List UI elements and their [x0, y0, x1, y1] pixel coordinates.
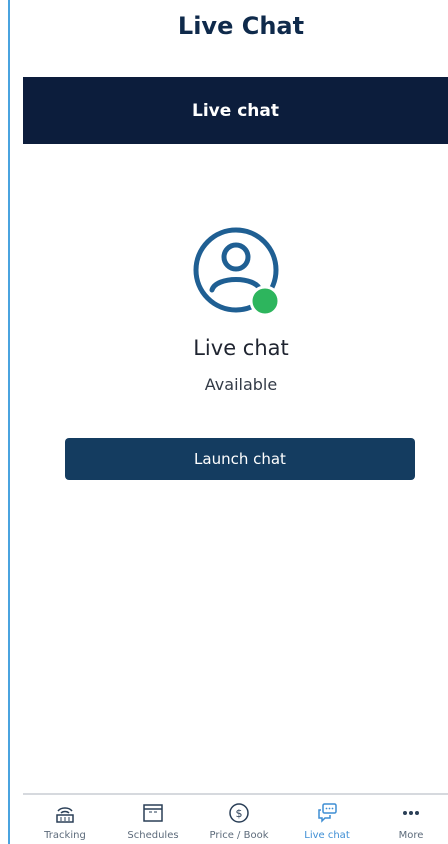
tab-price-book[interactable]: $ Price / Book	[197, 801, 281, 844]
calendar-icon	[143, 804, 163, 822]
section-header-bar: Live chat	[23, 77, 448, 144]
agent-avatar	[192, 226, 284, 318]
tab-tracking[interactable]: Tracking	[23, 801, 107, 844]
chat-name: Live chat	[193, 336, 289, 360]
tab-more[interactable]: More	[369, 801, 448, 844]
online-status-dot	[249, 285, 281, 317]
tab-label-live-chat: Live chat	[304, 830, 350, 841]
chat-status: Available	[204, 375, 278, 394]
chat-bubble-icon	[318, 803, 337, 823]
tab-label-tracking: Tracking	[44, 830, 86, 841]
tab-label-price-book: Price / Book	[209, 830, 269, 841]
bottom-tab-bar: Tracking Schedules $ Price / Book Live c…	[23, 793, 448, 844]
section-header-title: Live chat	[192, 100, 279, 121]
dollar-icon: $	[229, 803, 249, 823]
tab-label-schedules: Schedules	[127, 830, 179, 841]
user-avatar-icon	[193, 227, 281, 317]
more-icon	[403, 811, 419, 815]
tab-schedules[interactable]: Schedules	[111, 801, 195, 844]
launch-chat-button[interactable]: Launch chat	[65, 438, 415, 480]
tab-live-chat[interactable]: Live chat	[285, 801, 369, 844]
tab-label-more: More	[398, 830, 424, 841]
svg-text:$: $	[236, 807, 243, 820]
page-title: Live Chat	[177, 12, 305, 40]
left-border-rule	[8, 0, 10, 844]
tracking-icon	[56, 807, 74, 823]
